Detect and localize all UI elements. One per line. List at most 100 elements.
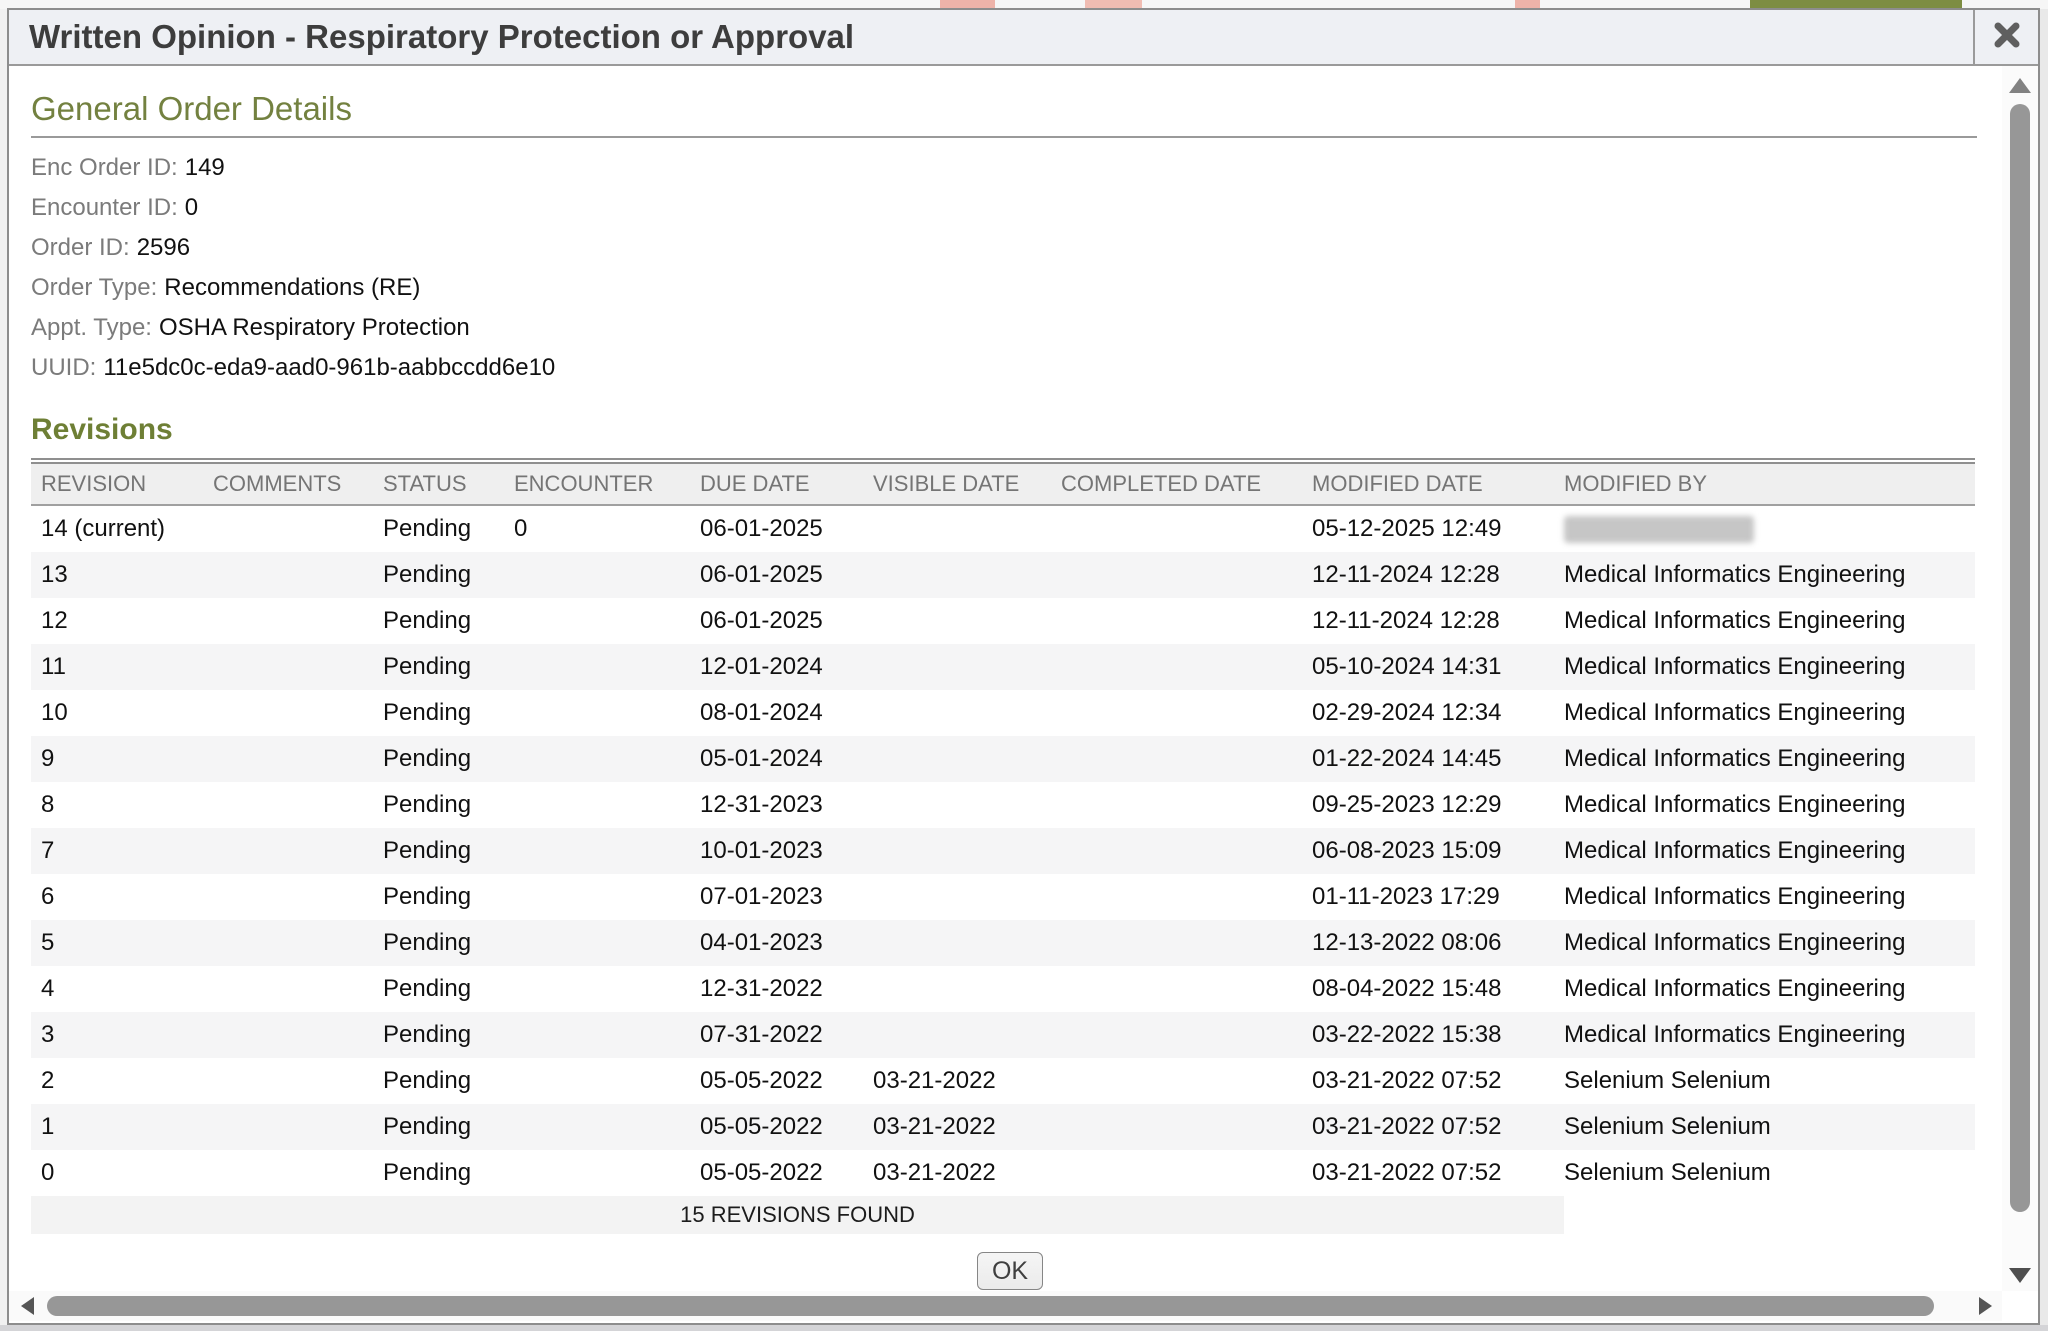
cell-visible-date [863, 736, 1051, 782]
cell-modified-by: Medical Informatics Engineering [1554, 644, 1975, 690]
revision-row: 14 (current)Pending006-01-202505-12-2025… [31, 506, 1975, 552]
cell-encounter [504, 644, 690, 690]
cell-status: Pending [373, 920, 504, 966]
cell-modified-by: Selenium Selenium [1554, 1150, 1975, 1196]
cell-modified-date: 09-25-2023 12:29 [1302, 782, 1554, 828]
cell-revision: 12 [31, 598, 203, 644]
cell-modified-date: 08-04-2022 15:48 [1302, 966, 1554, 1012]
column-header-status: STATUS [373, 464, 504, 504]
column-header-revision: REVISION [31, 464, 203, 504]
cell-modified-date: 03-21-2022 07:52 [1302, 1150, 1554, 1196]
cell-modified-date: 05-10-2024 14:31 [1302, 644, 1554, 690]
cell-encounter [504, 874, 690, 920]
cell-status: Pending [373, 598, 504, 644]
cell-comments [203, 1058, 373, 1104]
cell-comments [203, 690, 373, 736]
field-encounter-id: Encounter ID:0 [31, 188, 2002, 228]
general-order-details-heading: General Order Details [31, 92, 2002, 126]
cell-revision: 7 [31, 828, 203, 874]
written-opinion-dialog: Written Opinion - Respiratory Protection… [7, 8, 2040, 1325]
cell-status: Pending [373, 782, 504, 828]
field-order-type: Order Type:Recommendations (RE) [31, 268, 2002, 308]
revision-row: 7Pending10-01-202306-08-2023 15:09Medica… [31, 828, 1975, 874]
cell-visible-date [863, 506, 1051, 552]
dialog-header: Written Opinion - Respiratory Protection… [9, 10, 2038, 66]
cell-visible-date [863, 782, 1051, 828]
cell-visible-date [863, 828, 1051, 874]
cell-status: Pending [373, 552, 504, 598]
cell-encounter [504, 782, 690, 828]
cell-due-date: 05-01-2024 [690, 736, 863, 782]
cell-revision: 0 [31, 1150, 203, 1196]
cell-completed-date [1051, 782, 1302, 828]
cell-encounter [504, 966, 690, 1012]
cell-modified-by: Medical Informatics Engineering [1554, 552, 1975, 598]
cell-revision: 11 [31, 644, 203, 690]
scroll-right-icon[interactable] [1979, 1297, 1992, 1315]
background-page-left-edge [0, 9, 7, 1325]
cell-modified-by [1554, 506, 1975, 552]
cell-status: Pending [373, 690, 504, 736]
scroll-left-icon[interactable] [21, 1297, 34, 1315]
cell-due-date: 12-01-2024 [690, 644, 863, 690]
revisions-table-body: 14 (current)Pending006-01-202505-12-2025… [31, 506, 1975, 1196]
cell-comments [203, 644, 373, 690]
field-enc-order-id: Enc Order ID: 149 [31, 148, 2002, 188]
column-header-completed-date: COMPLETED DATE [1051, 464, 1302, 504]
vertical-scroll-thumb[interactable] [2010, 104, 2030, 1212]
ok-button[interactable]: OK [977, 1252, 1043, 1290]
column-header-comments: COMMENTS [203, 464, 373, 504]
cell-visible-date [863, 920, 1051, 966]
cell-encounter [504, 598, 690, 644]
field-label: Order Type: [31, 274, 157, 301]
field-value: OSHA Respiratory Protection [159, 314, 470, 341]
cell-modified-date: 03-21-2022 07:52 [1302, 1104, 1554, 1150]
general-order-details: Enc Order ID:149 Encounter ID:0 Order ID… [31, 148, 2002, 388]
cell-due-date: 12-31-2023 [690, 782, 863, 828]
close-button[interactable] [1973, 10, 2038, 64]
cell-encounter [504, 552, 690, 598]
cell-completed-date [1051, 1150, 1302, 1196]
cell-visible-date [863, 598, 1051, 644]
scroll-up-icon[interactable] [2009, 78, 2031, 93]
cell-comments [203, 874, 373, 920]
cell-revision: 13 [31, 552, 203, 598]
revision-row: 8Pending12-31-202309-25-2023 12:29Medica… [31, 782, 1975, 828]
cell-visible-date [863, 690, 1051, 736]
cell-due-date: 08-01-2024 [690, 690, 863, 736]
cell-modified-by: Medical Informatics Engineering [1554, 598, 1975, 644]
ok-button-row: OK [31, 1252, 1989, 1290]
cell-due-date: 05-05-2022 [690, 1104, 863, 1150]
cell-comments [203, 736, 373, 782]
cell-modified-date: 05-12-2025 12:49 [1302, 506, 1554, 552]
cell-comments [203, 966, 373, 1012]
column-header-modified-by: MODIFIED BY [1554, 464, 1975, 504]
revision-row: 1Pending05-05-202203-21-202203-21-2022 0… [31, 1104, 1975, 1150]
field-value: 0 [185, 194, 198, 221]
cell-modified-by: Medical Informatics Engineering [1554, 966, 1975, 1012]
cell-encounter: 0 [504, 506, 690, 552]
revision-row: 5Pending04-01-202312-13-2022 08:06Medica… [31, 920, 1975, 966]
field-label: UUID: [31, 354, 96, 381]
cell-due-date: 05-05-2022 [690, 1058, 863, 1104]
cell-status: Pending [373, 966, 504, 1012]
field-label: Enc Order ID: [31, 154, 178, 181]
scroll-down-icon[interactable] [2009, 1268, 2031, 1283]
vertical-scrollbar[interactable] [2002, 66, 2038, 1291]
revision-row: 9Pending05-01-202401-22-2024 14:45Medica… [31, 736, 1975, 782]
horizontal-scrollbar[interactable] [9, 1291, 2002, 1321]
cell-due-date: 06-01-2025 [690, 598, 863, 644]
cell-modified-by: Medical Informatics Engineering [1554, 828, 1975, 874]
cell-status: Pending [373, 828, 504, 874]
cell-due-date: 07-01-2023 [690, 874, 863, 920]
cell-visible-date [863, 644, 1051, 690]
horizontal-scroll-thumb[interactable] [47, 1296, 1934, 1316]
close-icon [1992, 20, 2022, 55]
revisions-table-header: REVISION COMMENTS STATUS ENCOUNTER DUE D… [31, 464, 1975, 506]
cell-due-date: 10-01-2023 [690, 828, 863, 874]
cell-visible-date [863, 552, 1051, 598]
cell-modified-date: 03-22-2022 15:38 [1302, 1012, 1554, 1058]
cell-comments [203, 506, 373, 552]
field-value: 149 [185, 154, 225, 181]
cell-visible-date [863, 966, 1051, 1012]
